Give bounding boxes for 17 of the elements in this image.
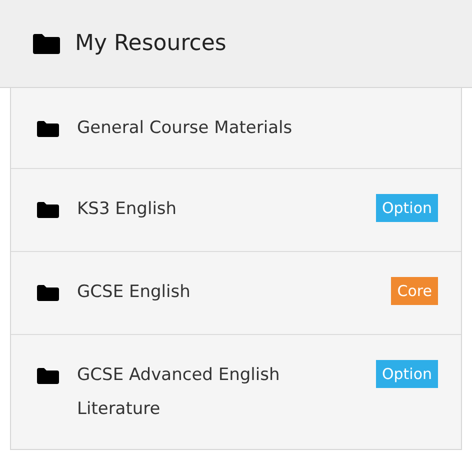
tag-badge: Option: [376, 360, 438, 388]
folder-item[interactable]: KS3 English Option: [11, 168, 461, 251]
panel-title: My Resources: [75, 30, 226, 58]
folder-name: GCSE Advanced English Literature: [77, 364, 281, 421]
folder-icon: [37, 368, 59, 384]
folder-icon: [37, 121, 59, 137]
folder-item[interactable]: GCSE English Core: [11, 251, 461, 334]
tag-badge: Core: [391, 277, 438, 305]
folder-icon: [33, 34, 60, 54]
tag-badge: Option: [376, 194, 438, 222]
folder-icon: [37, 285, 59, 301]
folder-name: GCSE English: [77, 281, 192, 304]
folder-item[interactable]: GCSE Advanced English Literature Option: [11, 334, 461, 449]
folder-icon: [37, 202, 59, 218]
folder-name: KS3 English: [77, 198, 178, 221]
folder-item[interactable]: General Course Materials: [11, 88, 461, 168]
folder-name: General Course Materials: [77, 117, 294, 140]
